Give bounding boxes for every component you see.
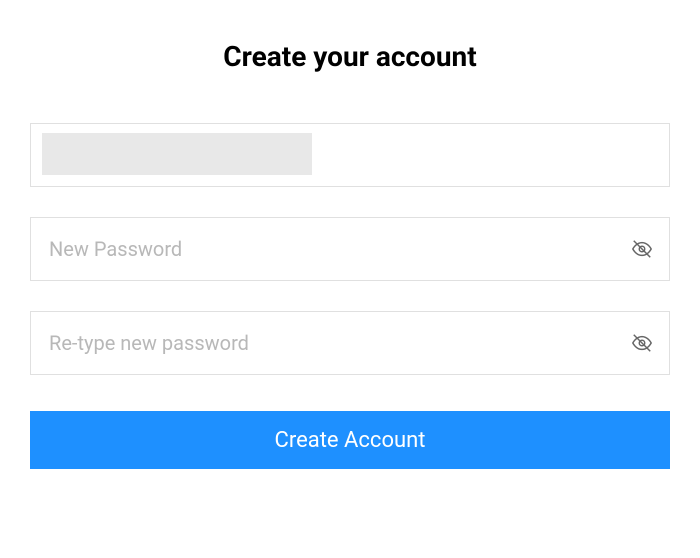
redacted-content [42,133,312,175]
new-password-input[interactable] [30,217,670,281]
password-field-wrapper [30,217,670,281]
confirm-password-input[interactable] [30,311,670,375]
page-title: Create your account [30,40,670,73]
create-account-button[interactable]: Create Account [30,411,670,469]
eye-off-icon [631,332,653,354]
username-field-wrapper [30,123,670,187]
create-account-form: Create your account Create Account [30,40,670,469]
eye-off-icon [631,238,653,260]
toggle-confirm-password-visibility[interactable] [630,331,654,355]
confirm-password-field-wrapper [30,311,670,375]
toggle-password-visibility[interactable] [630,237,654,261]
